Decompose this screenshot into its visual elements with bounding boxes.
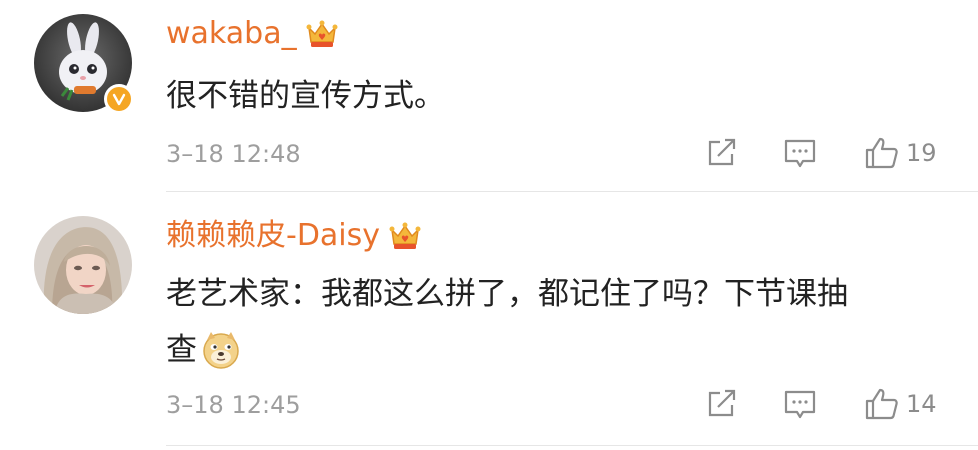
divider	[166, 445, 978, 446]
username[interactable]: wakaba_ ♥	[166, 16, 339, 52]
like-count: 14	[906, 390, 937, 418]
comment-button[interactable]	[783, 389, 817, 421]
comment-item: 赖赖赖皮-Daisy ♥ 老艺术家：我都这么拼了，都记住了吗？下节课抽 查 3–…	[0, 192, 978, 450]
svg-text:♥: ♥	[318, 33, 326, 43]
like-button[interactable]: 14	[864, 387, 937, 421]
doge-emoji-icon	[203, 332, 239, 369]
crown-vip-icon: ♥	[306, 20, 338, 47]
thumbs-up-icon	[865, 388, 898, 420]
verified-badge-icon	[104, 84, 134, 114]
comment-text: 很不错的宣传方式。	[166, 78, 445, 114]
thumbs-up-icon	[865, 137, 898, 169]
avatar[interactable]	[34, 216, 132, 314]
username[interactable]: 赖赖赖皮-Daisy ♥	[166, 218, 422, 254]
comment-icon	[784, 139, 816, 168]
crown-vip-icon: ♥	[389, 222, 421, 249]
comment-text-line: 查	[166, 322, 956, 378]
comment-icon	[784, 390, 816, 419]
comment-time: 3–18 12:48	[166, 140, 301, 168]
like-count: 19	[906, 139, 937, 167]
svg-text:♥: ♥	[401, 235, 409, 245]
comment-text-line: 老艺术家：我都这么拼了，都记住了吗？下节课抽	[166, 276, 848, 312]
share-icon	[708, 389, 736, 417]
woman-photo-avatar-icon	[34, 216, 132, 314]
username-text[interactable]: 赖赖赖皮-Daisy	[166, 218, 380, 254]
comment-button[interactable]	[783, 138, 817, 170]
share-icon	[708, 138, 736, 166]
avatar[interactable]	[34, 14, 134, 114]
share-button[interactable]	[706, 389, 738, 419]
comment-text-end: 查	[166, 332, 197, 368]
username-text[interactable]: wakaba_	[166, 16, 297, 52]
comment-item: wakaba_ ♥ 很不错的宣传方式。 3–18 12:48 19	[0, 0, 978, 192]
like-button[interactable]: 19	[864, 136, 937, 170]
comment-time: 3–18 12:45	[166, 391, 301, 419]
share-button[interactable]	[706, 138, 738, 168]
comment-text: 老艺术家：我都这么拼了，都记住了吗？下节课抽 查	[166, 266, 956, 378]
